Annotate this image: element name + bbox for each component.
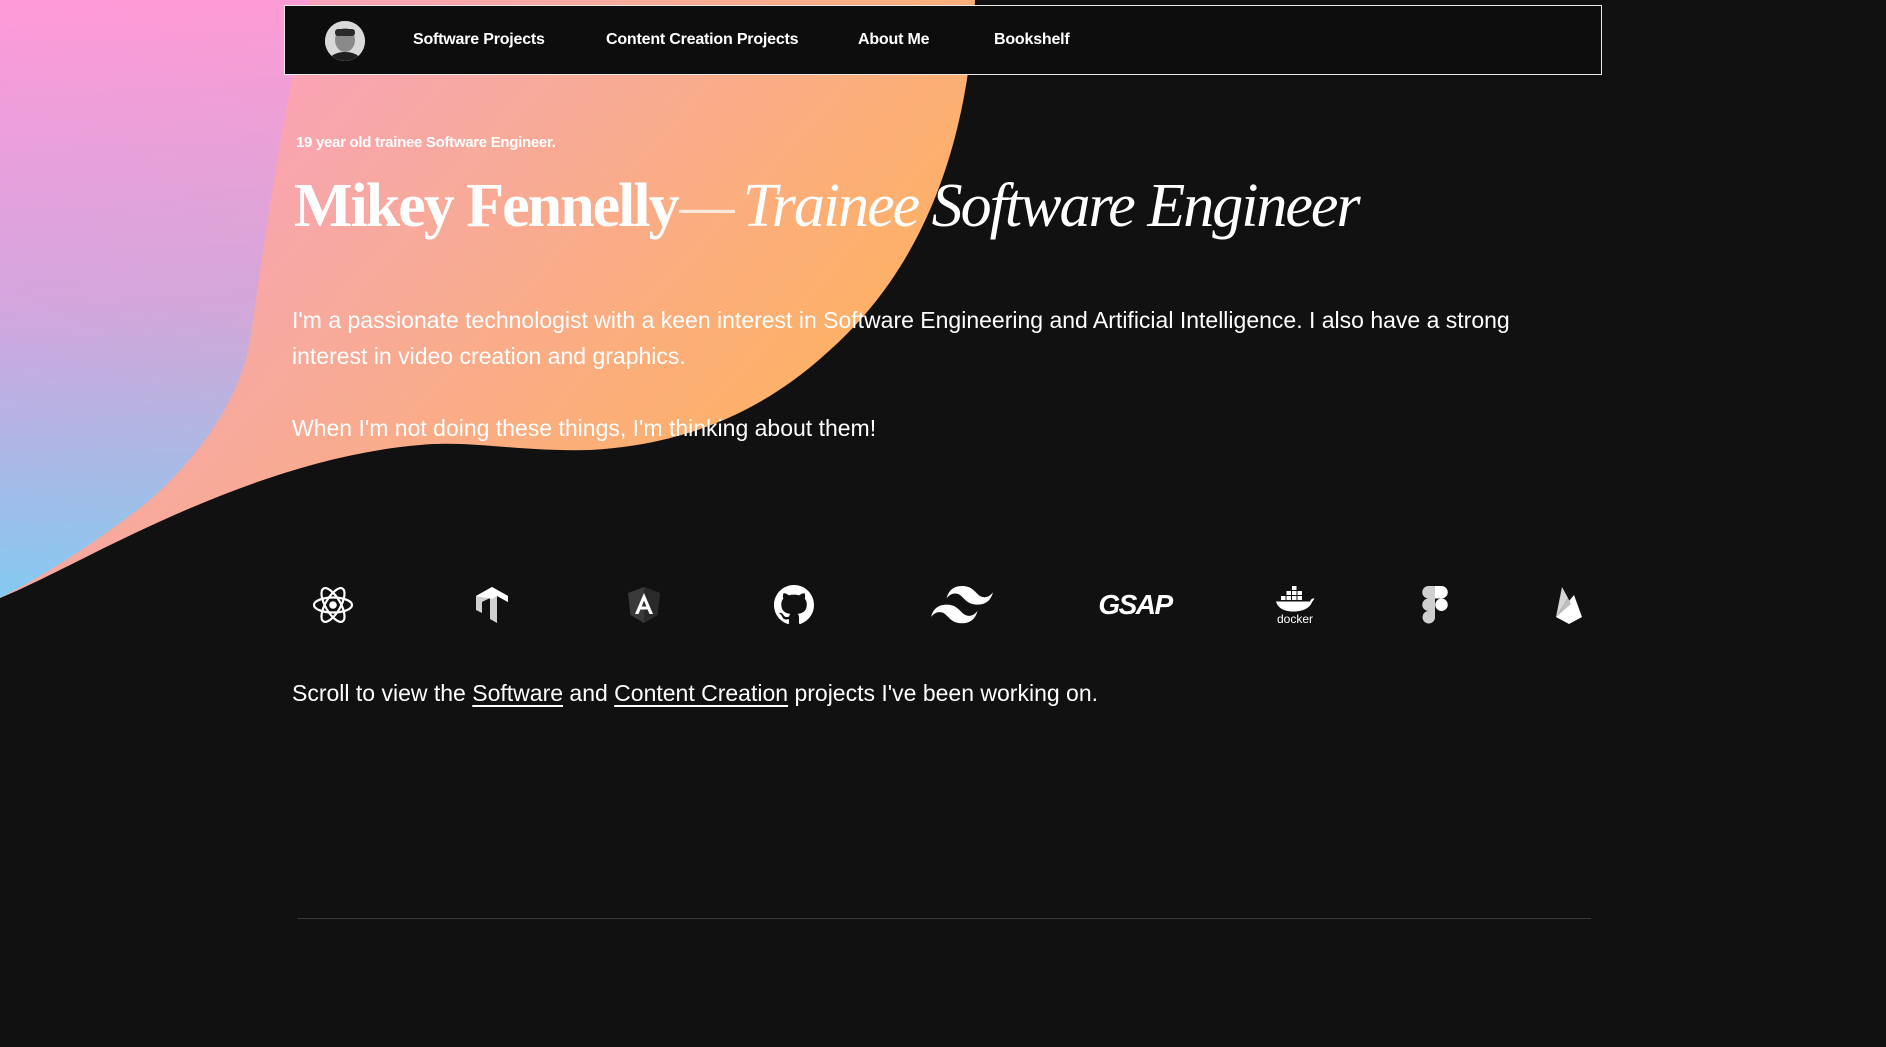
scroll-prompt-middle: and bbox=[563, 680, 615, 706]
avatar[interactable] bbox=[325, 21, 365, 61]
gsap-logo-text: GSAP bbox=[1098, 589, 1173, 620]
scroll-prompt-prefix: Scroll to view the bbox=[292, 680, 473, 706]
gradient-blob-background bbox=[0, 0, 975, 598]
section-divider bbox=[298, 918, 1591, 919]
nav-link-content-creation-projects[interactable]: Content Creation Projects bbox=[606, 6, 799, 73]
hero-headline: Mikey Fennelly— Trainee Software Engineer bbox=[294, 166, 1361, 246]
tensorflow-icon bbox=[472, 570, 512, 640]
gsap-icon: GSAP bbox=[1098, 570, 1173, 640]
tech-icon-row: GSAP docker bbox=[0, 570, 1886, 640]
scroll-prompt-suffix: projects I've been working on. bbox=[788, 680, 1099, 706]
docker-logo-text: docker bbox=[1276, 611, 1314, 626]
content-creation-projects-link[interactable]: Content Creation bbox=[614, 680, 788, 706]
hero-dash: — bbox=[679, 172, 735, 240]
firebase-icon bbox=[1552, 570, 1586, 640]
figma-icon bbox=[1420, 570, 1450, 640]
github-icon bbox=[773, 570, 815, 640]
hero-role: Trainee Software Engineer bbox=[742, 172, 1361, 240]
avatar-image bbox=[325, 21, 365, 61]
nav-link-software-projects[interactable]: Software Projects bbox=[413, 6, 545, 73]
react-icon bbox=[310, 570, 356, 640]
tailwind-icon bbox=[930, 570, 994, 640]
docker-icon: docker bbox=[1270, 570, 1320, 640]
hero-name: Mikey Fennelly bbox=[294, 172, 680, 240]
navbar: Software Projects Content Creation Proje… bbox=[284, 5, 1602, 75]
software-projects-link[interactable]: Software bbox=[472, 680, 563, 706]
angular-icon bbox=[626, 570, 662, 640]
hero-tagline: 19 year old trainee Software Engineer. bbox=[296, 134, 556, 151]
hero-intro-secondary: When I'm not doing these things, I'm thi… bbox=[292, 415, 877, 441]
nav-link-bookshelf[interactable]: Bookshelf bbox=[994, 6, 1070, 73]
hero-intro: I'm a passionate technologist with a kee… bbox=[292, 307, 1510, 369]
scroll-prompt: Scroll to view the Software and Content … bbox=[292, 675, 1098, 711]
nav-link-about-me[interactable]: About Me bbox=[858, 6, 929, 73]
page: Software Projects Content Creation Proje… bbox=[0, 0, 1886, 1047]
